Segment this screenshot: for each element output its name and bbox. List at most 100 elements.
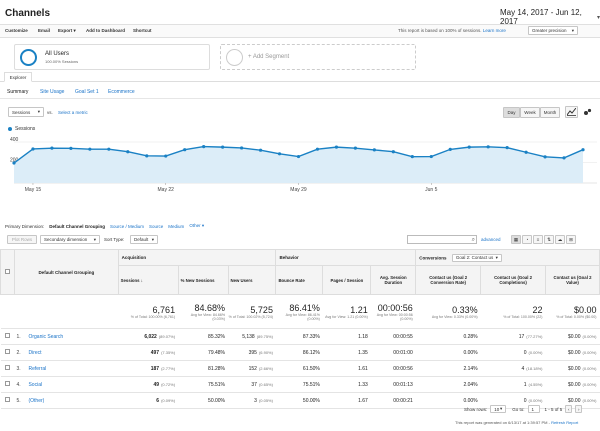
select-metric-link[interactable]: Select a metric: [58, 110, 88, 115]
data-point[interactable]: [221, 145, 225, 149]
granularity-day-button[interactable]: Day: [503, 107, 520, 118]
subtab-goal-set[interactable]: Goal Set 1: [75, 89, 99, 95]
dimension-other[interactable]: Other ▾: [189, 223, 204, 229]
row-new-users-pct: (0.05%): [258, 397, 273, 403]
col-bounce-rate[interactable]: Bounce Rate: [275, 265, 324, 295]
subtab-ecommerce[interactable]: Ecommerce: [108, 89, 135, 95]
learn-more-link[interactable]: Learn more: [483, 28, 506, 33]
toolbar-email[interactable]: Email: [38, 28, 50, 33]
data-point[interactable]: [145, 154, 149, 158]
col-completions[interactable]: Contact us (Goal 2 Completions): [480, 265, 546, 295]
data-point[interactable]: [88, 147, 92, 151]
data-point[interactable]: [69, 146, 73, 150]
col-new-users[interactable]: New Users: [227, 265, 277, 295]
data-point[interactable]: [581, 148, 585, 152]
dimension-default-channel[interactable]: Default Channel Grouping: [49, 224, 105, 229]
secondary-dimension-select[interactable]: Secondary dimension ▾: [40, 235, 100, 244]
goal-select[interactable]: Goal 2: Contact us ▾: [451, 253, 502, 262]
subtab-summary[interactable]: Summary: [7, 89, 28, 95]
row-channel-link[interactable]: Organic Search: [28, 334, 63, 340]
data-point[interactable]: [315, 147, 320, 151]
select-all-checkbox[interactable]: [4, 268, 10, 274]
data-point[interactable]: [277, 152, 282, 156]
data-point[interactable]: [467, 145, 471, 149]
data-point[interactable]: [505, 146, 509, 150]
data-point[interactable]: [391, 150, 395, 154]
row-dimension-cell: 2. Direct: [14, 344, 119, 361]
data-point[interactable]: [429, 154, 433, 159]
data-point[interactable]: [31, 147, 35, 151]
dimension-source-medium[interactable]: Source / Medium: [110, 224, 144, 229]
row-channel-link[interactable]: Referral: [28, 366, 46, 372]
table-search-input[interactable]: ⌕: [407, 235, 477, 244]
data-point[interactable]: [486, 145, 490, 149]
show-rows-select[interactable]: 10 ▾: [490, 405, 507, 413]
pivot-view-icon[interactable]: ⊞: [566, 235, 576, 244]
search-icon[interactable]: ⌕: [472, 236, 475, 244]
data-point[interactable]: [296, 154, 301, 159]
data-point[interactable]: [258, 148, 263, 152]
data-point[interactable]: [183, 148, 187, 152]
data-point[interactable]: [126, 150, 130, 154]
goto-input[interactable]: 1: [527, 405, 540, 413]
next-page-icon[interactable]: ›: [575, 405, 583, 413]
granularity-week-button[interactable]: Week: [520, 107, 540, 118]
data-point[interactable]: [410, 155, 414, 159]
data-point[interactable]: [50, 146, 54, 150]
plot-rows-button[interactable]: Plot Rows: [7, 235, 37, 244]
data-point[interactable]: [543, 155, 547, 159]
data-point[interactable]: [107, 147, 111, 151]
row-checkbox[interactable]: [4, 349, 10, 354]
metric-select[interactable]: Sessions ▾: [8, 107, 44, 117]
row-channel-link[interactable]: (Other): [28, 398, 44, 404]
col-pages-session[interactable]: Pages / Session: [322, 265, 372, 295]
motion-chart-icon[interactable]: [581, 106, 594, 118]
granularity-month-button[interactable]: Month: [540, 107, 560, 118]
data-point[interactable]: [164, 154, 168, 158]
row-checkbox[interactable]: [4, 397, 10, 402]
data-point[interactable]: [524, 150, 528, 154]
data-point[interactable]: [448, 147, 452, 151]
col-avg-duration[interactable]: Avg. Session Duration: [370, 265, 417, 295]
row-checkbox[interactable]: [4, 381, 10, 386]
toolbar-add-dashboard[interactable]: Add to Dashboard: [86, 28, 125, 33]
comparison-view-icon[interactable]: ⇅: [544, 235, 554, 244]
subtab-site-usage[interactable]: Site Usage: [40, 89, 64, 95]
refresh-report-link[interactable]: Refresh Report: [551, 420, 578, 425]
col-conv-rate[interactable]: Contact us (Goal 2 Conversion Rate): [415, 265, 482, 295]
col-new-sessions[interactable]: % New Sessions: [177, 265, 229, 295]
precision-select[interactable]: Greater precision ▾: [528, 26, 578, 35]
tab-explorer[interactable]: Explorer: [4, 72, 32, 82]
toolbar-customize[interactable]: Customize: [5, 28, 28, 33]
col-value[interactable]: Contact us (Goal 2 Value): [545, 265, 600, 295]
data-point[interactable]: [372, 148, 376, 152]
prev-page-icon[interactable]: ‹: [565, 405, 573, 413]
data-point[interactable]: [202, 145, 206, 149]
row-channel-link[interactable]: Social: [28, 382, 42, 388]
add-segment-button[interactable]: + Add Segment: [220, 44, 416, 70]
dimension-header[interactable]: Default Channel Grouping: [13, 249, 119, 295]
performance-view-icon[interactable]: ≡: [533, 235, 543, 244]
data-point[interactable]: [334, 145, 339, 149]
row-conv-rate: 2.14%: [415, 360, 481, 377]
toolbar-export[interactable]: Export ▾: [58, 28, 76, 34]
segment-all-users[interactable]: All Users 100.00% Sessions: [14, 44, 210, 70]
toolbar-shortcut[interactable]: Shortcut: [133, 28, 152, 33]
percentage-view-icon[interactable]: ◔: [522, 235, 532, 244]
goal-select-value: Goal 2: Contact us: [455, 255, 494, 260]
line-chart-icon[interactable]: [565, 106, 578, 118]
dimension-source[interactable]: Source: [149, 224, 163, 229]
row-channel-link[interactable]: Direct: [28, 350, 41, 356]
data-point[interactable]: [12, 161, 16, 165]
dimension-medium[interactable]: Medium: [168, 224, 184, 229]
advanced-link[interactable]: advanced: [481, 237, 501, 242]
row-checkbox[interactable]: [4, 333, 10, 338]
table-view-icon[interactable]: ▦: [511, 235, 521, 244]
term-cloud-icon[interactable]: ☁: [555, 235, 565, 244]
data-point[interactable]: [562, 156, 566, 160]
row-checkbox[interactable]: [4, 365, 10, 370]
data-point[interactable]: [240, 146, 244, 150]
col-sessions[interactable]: Sessions ↓: [117, 265, 179, 295]
data-point[interactable]: [353, 146, 357, 150]
sort-type-select[interactable]: Default ▾: [130, 235, 158, 244]
